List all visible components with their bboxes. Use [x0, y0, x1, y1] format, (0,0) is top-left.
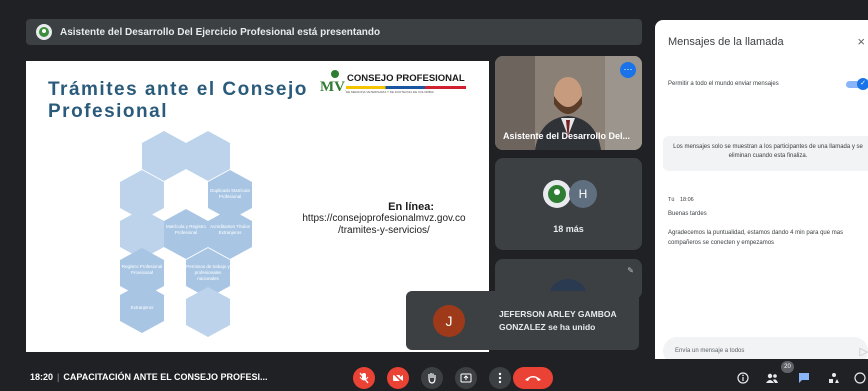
hexagon-label: Duplicado Matrícula Profesional [210, 188, 250, 199]
meet-window: Asistente del Desarrollo Del Ejercicio P… [0, 0, 868, 391]
mic-muted-icon: ✎ [627, 266, 634, 275]
meeting-title: CAPACITACIÓN ANTE EL CONSEJO PROFESI... [63, 372, 268, 382]
participants-button[interactable] [764, 370, 780, 386]
online-heading: En línea: [388, 201, 434, 213]
more-participants-tile[interactable]: H 18 más [495, 158, 642, 250]
online-url: https://consejoprofesionalmvz.gov.co [302, 213, 466, 224]
message-header: Tú 18:06 [668, 197, 694, 203]
more-options-button[interactable] [489, 367, 511, 389]
send-icon[interactable]: ▷ [860, 345, 868, 358]
join-message: JEFERSON ARLEY GAMBOA GONZALEZ se ha uni… [499, 308, 617, 332]
hexagon-label: Acreditantes Títulos Extranjeros [210, 224, 250, 235]
online-info: En línea: https://consejoprofesionalmvz.… [294, 201, 474, 237]
presenter-avatar-icon [36, 24, 52, 40]
check-icon: ✓ [857, 78, 868, 90]
presenting-banner: Asistente del Desarrollo Del Ejercicio P… [26, 19, 642, 45]
hexagon-label: Matrícula y Registro Profesional [165, 224, 206, 235]
join-notification: J JEFERSON ARLEY GAMBOA GONZALEZ se ha u… [406, 291, 639, 350]
chat-panel: Mensajes de la llamada × Permitir a todo… [655, 20, 868, 378]
permission-label: Permitir a todo el mundo enviar mensajes [668, 81, 779, 87]
bottom-control-bar: 18:20 | CAPACITACIÓN ANTE EL CONSEJO PROFE… [0, 359, 868, 391]
permission-toggle[interactable]: ✓ [846, 78, 868, 90]
hand-icon [428, 373, 436, 384]
hexagon-label: Registro Profesional Provisional [121, 264, 163, 275]
svg-text:MVZ: MVZ [320, 79, 346, 95]
present-button[interactable] [455, 367, 477, 389]
shield-icon [854, 372, 866, 384]
logo-color-bar [346, 86, 466, 89]
hexagon-left-top [142, 131, 186, 181]
chat-notice: Los mensajes solo se muestran a los part… [663, 136, 868, 171]
presenter-tile[interactable]: ⋯ Asistente del Desarrollo Del... [495, 56, 642, 150]
mic-off-icon [359, 372, 369, 384]
more-options-button[interactable]: ⋯ [620, 62, 636, 78]
meeting-info: 18:20 | CAPACITACIÓN ANTE EL CONSEJO PROFE… [30, 372, 268, 382]
participant-avatar [543, 180, 571, 208]
raise-hand-button[interactable] [421, 367, 443, 389]
more-count: 18 más [553, 224, 584, 234]
logo-text: CONSEJO PROFESIONAL [347, 73, 465, 84]
logo-subtext: DE MEDICINA VETERINARIA Y DE ZOOTECNIA D… [346, 90, 434, 94]
chat-message: Buenas tardes [668, 211, 707, 217]
chat-button[interactable] [796, 370, 812, 386]
presenter-name: Asistente del Desarrollo Del... [503, 131, 631, 141]
chat-title: Mensajes de la llamada [668, 36, 784, 48]
mvz-logo-icon: MVZ [320, 70, 346, 95]
more-vert-icon [498, 372, 502, 384]
online-url-path: /tramites-y-servicios/ [338, 225, 430, 236]
hexagon-label: Extranjeros [130, 305, 154, 310]
chat-message: Agradecemos la puntualidad, estamos dand… [668, 230, 844, 246]
info-icon [737, 372, 749, 384]
end-call-button[interactable] [513, 367, 553, 389]
mic-off-button[interactable] [353, 367, 375, 389]
participant-avatar-h: H [569, 180, 597, 208]
activities-button[interactable] [826, 370, 842, 386]
end-call-icon [525, 376, 541, 381]
clock: 18:20 [30, 372, 54, 382]
logo-avatar-icon [548, 185, 566, 203]
people-icon [766, 373, 778, 383]
slide-title: Trámites ante el Consejo Profesional [48, 79, 308, 122]
participants-count-badge: 20 [781, 361, 794, 373]
hexagon-top [186, 131, 230, 181]
hexagon-bottom [186, 287, 230, 337]
info-button[interactable] [735, 370, 751, 386]
message-sender: Tú [668, 197, 675, 203]
chat-icon [799, 373, 809, 383]
message-time: 18:06 [679, 197, 694, 203]
participant-avatars: H [543, 180, 597, 208]
close-icon[interactable]: × [857, 34, 865, 49]
presenting-text: Asistente del Desarrollo Del Ejercicio P… [60, 26, 381, 38]
hexagon-label: Permisos de trabajo y profesionales naci… [186, 264, 230, 281]
consejo-logo: MVZ CONSEJO PROFESIONAL DE MEDICINA VETE… [320, 67, 466, 101]
camera-off-button[interactable] [387, 367, 409, 389]
chat-input-placeholder: Envía un mensaje a todos [675, 348, 745, 354]
present-icon [460, 373, 472, 383]
lock-button[interactable] [852, 370, 868, 386]
camera-off-icon [392, 373, 404, 383]
shapes-icon [829, 373, 839, 383]
joined-user-avatar: J [433, 304, 465, 337]
